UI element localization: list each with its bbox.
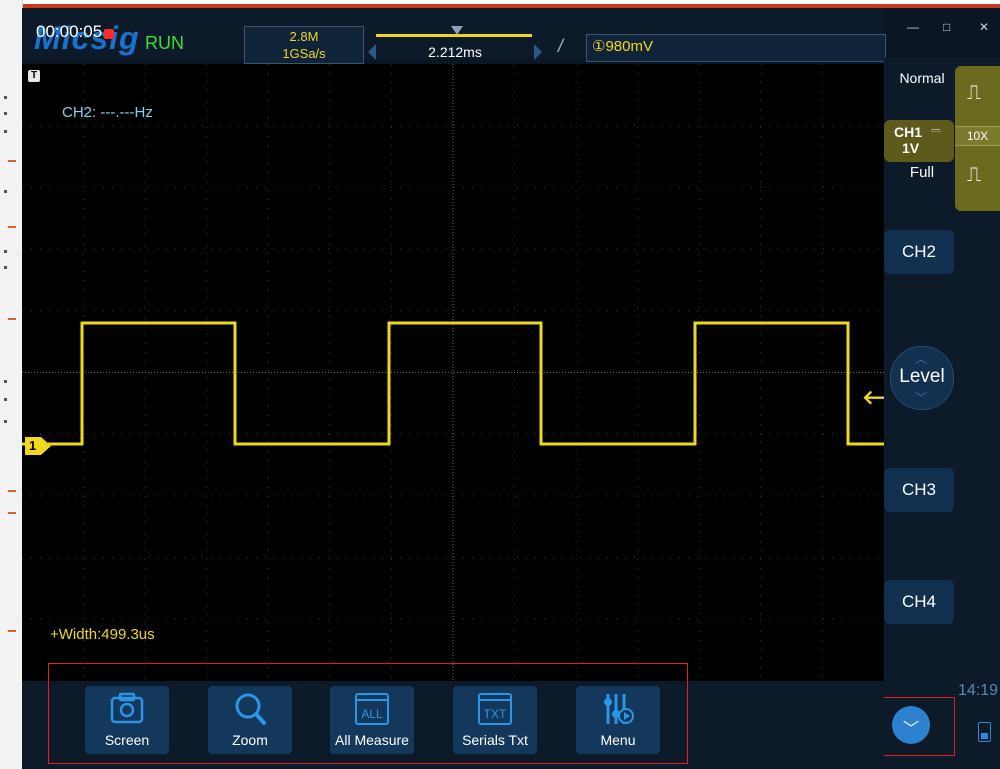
- trigger-level-value: ①980mV: [592, 38, 653, 55]
- recording-timer: 00:00:05: [36, 22, 103, 41]
- ch4-button[interactable]: CH4: [884, 580, 954, 624]
- close-button[interactable]: ✕: [979, 20, 989, 34]
- probe-ratio[interactable]: 10X: [955, 126, 1000, 146]
- ch1-marker-label: 1: [29, 438, 37, 453]
- dc-coupling-icon: ⎓: [931, 123, 941, 137]
- record-indicator-icon: [104, 29, 114, 39]
- highlight-frame: [48, 663, 688, 764]
- ch3-button[interactable]: CH3: [884, 468, 954, 512]
- ch1-offset-marker[interactable]: 1: [25, 437, 51, 455]
- ch1-waveform-trace: [22, 321, 884, 446]
- chevron-down-icon[interactable]: ﹀: [915, 389, 927, 406]
- ch1-button[interactable]: CH1 ⎓ 1V: [884, 120, 954, 162]
- desktop-background-strip: [0, 0, 23, 769]
- level-knob[interactable]: ︿ Level ﹀: [890, 346, 954, 410]
- chevron-up-icon[interactable]: ︿: [915, 350, 927, 367]
- level-label: Level: [899, 366, 945, 387]
- pulse-icon[interactable]: ⎍: [967, 164, 981, 187]
- trigger-mode[interactable]: Normal: [896, 70, 948, 86]
- timebase-right-arrow-icon[interactable]: [534, 44, 542, 60]
- rising-edge-slope-icon[interactable]: /: [558, 36, 563, 57]
- maximize-button[interactable]: □: [943, 20, 950, 34]
- trigger-position-marker[interactable]: T: [28, 70, 40, 82]
- trigger-position-pointer-icon[interactable]: [451, 26, 463, 35]
- bandwidth-limit[interactable]: Full: [896, 164, 948, 181]
- timebase-left-arrow-icon[interactable]: [368, 44, 376, 60]
- graticule: [22, 64, 884, 681]
- ch1-label: CH1: [894, 124, 923, 140]
- ch1-probe-panel[interactable]: ⎍ 10X ⎍: [955, 66, 1000, 211]
- clock: 14:19: [958, 682, 999, 699]
- minimize-button[interactable]: —: [907, 20, 919, 34]
- memory-depth: 2.8M: [289, 29, 319, 44]
- ch2-frequency-readout: CH2: ---.---Hz: [62, 104, 153, 121]
- battery-icon: [978, 722, 991, 742]
- acquisition-info[interactable]: 2.8M 1GSa/s: [244, 26, 364, 64]
- run-stop-status[interactable]: RUN: [145, 33, 184, 54]
- horizontal-position[interactable]: 2.212ms: [380, 44, 530, 60]
- ch2-button[interactable]: CH2: [884, 230, 954, 274]
- waveform-display[interactable]: [22, 64, 884, 681]
- ch1-scale: 1V: [902, 140, 920, 156]
- sample-rate: 1GSa/s: [282, 46, 326, 61]
- pulse-icon[interactable]: ⎍: [967, 82, 981, 105]
- window-controls: — □ ✕: [895, 8, 1000, 36]
- width-measurement: +Width:499.3us: [50, 626, 155, 643]
